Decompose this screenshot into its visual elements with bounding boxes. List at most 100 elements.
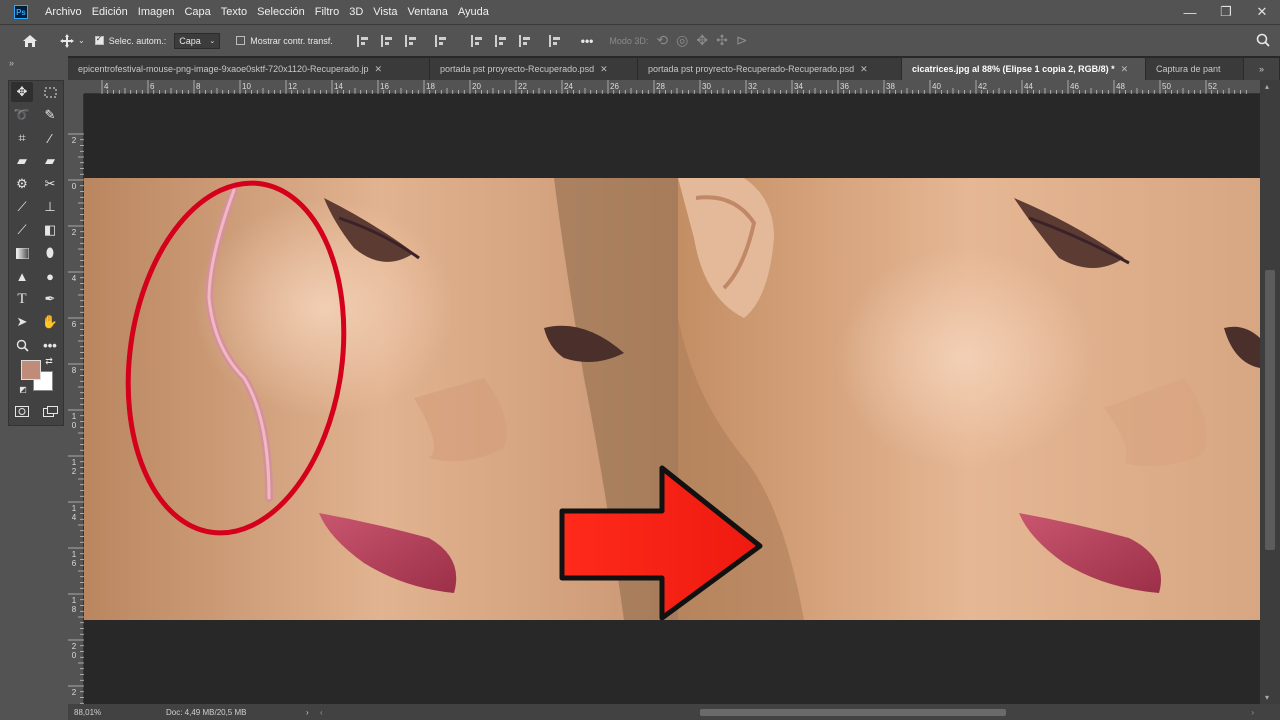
tab-cicatrices[interactable]: cicatrices.jpg al 88% (Elipse 1 copia 2,… [902, 58, 1146, 80]
tab-epicentrofestival[interactable]: epicentrofestival-mouse-png-image-9xaoe0… [68, 58, 430, 80]
swap-colors-icon[interactable]: ⇄ [43, 355, 55, 367]
gradient-tool-icon[interactable] [11, 243, 33, 263]
document-image[interactable] [84, 178, 1260, 620]
menu-vista[interactable]: Vista [373, 6, 397, 18]
foreground-color-swatch[interactable] [21, 360, 41, 380]
menu-ventana[interactable]: Ventana [408, 6, 448, 18]
ruler-label: 52 [1208, 82, 1217, 91]
spot-healing-tool-icon[interactable]: ▰ [11, 151, 33, 171]
scroll-right-icon[interactable]: › [1251, 708, 1254, 717]
crop-tool-icon[interactable]: ⌗ [11, 128, 33, 148]
auto-select-target-dropdown[interactable]: Capa ⌄ [174, 32, 221, 49]
collapse-panel-icon[interactable]: » [9, 58, 14, 68]
content-aware-move-tool-icon[interactable]: ✂ [39, 174, 61, 194]
mode-3d-label: Modo 3D: [609, 35, 649, 46]
close-window-button[interactable]: ✕ [1244, 4, 1280, 20]
menu-texto[interactable]: Texto [221, 6, 247, 18]
default-colors-icon[interactable]: ◩ [17, 383, 29, 395]
zoom-tool-icon[interactable] [11, 335, 33, 355]
tab-overflow-icon[interactable]: » [1244, 58, 1280, 80]
menu-3d[interactable]: 3D [349, 6, 363, 18]
ruler-label: 16 [380, 82, 389, 91]
menu-ayuda[interactable]: Ayuda [458, 6, 489, 18]
history-brush-tool-icon[interactable]: ⟋ [11, 220, 33, 240]
distribute-v-icon[interactable] [548, 34, 561, 47]
pen-tool-icon[interactable]: ✒ [39, 289, 61, 309]
move-tool-icon[interactable] [56, 33, 78, 48]
vertical-scrollbar[interactable]: ▴ ▾ [1260, 80, 1280, 704]
menu-capa[interactable]: Capa [184, 6, 210, 18]
align-middle-v-icon[interactable] [494, 34, 507, 47]
align-left-icon[interactable] [356, 34, 369, 47]
close-icon[interactable]: ✕ [860, 64, 868, 75]
scroll-down-icon[interactable]: ▾ [1265, 693, 1269, 702]
document-tab-bar: epicentrofestival-mouse-png-image-9xaoe0… [68, 58, 1280, 80]
auto-select-checkbox[interactable] [94, 34, 104, 45]
ruler-label: 18 [71, 596, 77, 614]
align-bottom-icon[interactable] [518, 34, 531, 47]
show-transform-checkbox[interactable] [236, 36, 246, 45]
menu-seleccion[interactable]: Selección [257, 6, 305, 18]
show-transform-label: Mostrar contr. transf. [250, 35, 333, 46]
vertical-scrollbar-thumb[interactable] [1265, 270, 1275, 550]
lasso-tool-icon[interactable]: ➰ [11, 105, 33, 125]
tab-portada-recuperado[interactable]: portada pst proyrecto-Recuperado.psd ✕ [430, 58, 638, 80]
marquee-tool-icon[interactable] [39, 82, 61, 102]
patch-tool-icon[interactable]: ⚙ [11, 174, 33, 194]
vertical-ruler[interactable]: 2024681012141618202 [68, 94, 84, 704]
home-icon[interactable] [18, 34, 42, 48]
menu-filtro[interactable]: Filtro [315, 6, 339, 18]
tab-portada-recuperado-recuperado[interactable]: portada pst proyrecto-Recuperado-Recuper… [638, 58, 902, 80]
clone-stamp-tool-icon[interactable]: ⊥ [39, 197, 61, 217]
ruler-label: 36 [840, 82, 849, 91]
search-icon[interactable] [1256, 33, 1270, 47]
screen-mode-icon[interactable] [39, 401, 61, 421]
sharpen-tool-icon[interactable]: ▲ [11, 266, 33, 286]
tab-label: portada pst proyrecto-Recuperado.psd [440, 64, 595, 74]
more-options-icon[interactable]: ••• [581, 34, 594, 48]
menu-edicion[interactable]: Edición [92, 6, 128, 18]
type-tool-icon[interactable]: T [11, 289, 33, 309]
align-center-h-icon[interactable] [380, 34, 393, 47]
tool-preset-chevron-icon[interactable]: ⌄ [78, 36, 85, 45]
ruler-label: 2 [71, 136, 77, 145]
tab-label: portada pst proyrecto-Recuperado-Recuper… [648, 64, 855, 74]
align-right-icon[interactable] [404, 34, 417, 47]
minimize-button[interactable]: — [1172, 5, 1208, 20]
ruler-label: 30 [702, 82, 711, 91]
quick-mask-icon[interactable] [11, 401, 33, 421]
path-selection-tool-icon[interactable]: ➤ [11, 312, 33, 332]
horizontal-scrollbar-thumb[interactable] [700, 709, 1006, 716]
close-icon[interactable]: ✕ [1121, 64, 1129, 75]
close-icon[interactable]: ✕ [375, 64, 383, 75]
dodge-tool-icon[interactable]: ● [39, 266, 61, 286]
close-icon[interactable]: ✕ [600, 64, 608, 75]
ruler-label: 22 [518, 82, 527, 91]
menu-imagen[interactable]: Imagen [138, 6, 175, 18]
healing-brush-tool-icon[interactable]: ▰ [39, 151, 61, 171]
ruler-label: 20 [472, 82, 481, 91]
ruler-origin[interactable] [68, 80, 84, 94]
tab-captura[interactable]: Captura de pant [1146, 58, 1244, 80]
quick-selection-tool-icon[interactable]: ✎ [39, 105, 61, 125]
hand-tool-icon[interactable]: ✋ [39, 312, 61, 332]
eraser-tool-icon[interactable]: ◧ [39, 220, 61, 240]
eyedropper-tool-icon[interactable]: ⁄ [39, 128, 61, 148]
move-tool-icon[interactable]: ✥ [11, 82, 33, 102]
distribute-icon[interactable] [434, 34, 447, 47]
blur-tool-icon[interactable]: ⬮ [39, 243, 61, 263]
edit-toolbar-icon[interactable]: ••• [39, 335, 61, 355]
horizontal-ruler[interactable]: 4 6 8 10 12 14 16 18 20 22 24 26 28 30 32 34 36 38 40 42 44 4… [84, 80, 1260, 94]
scroll-left-icon[interactable]: ‹ [320, 708, 330, 717]
ruler-label: 14 [334, 82, 343, 91]
restore-button[interactable]: ❐ [1208, 4, 1244, 20]
ruler-label: 42 [978, 82, 987, 91]
ruler-label: 48 [1116, 82, 1125, 91]
status-info-arrow-icon[interactable]: › [306, 708, 320, 717]
ruler-label: 50 [1162, 82, 1171, 91]
menu-archivo[interactable]: Archivo [45, 6, 82, 18]
brush-tool-icon[interactable]: ⟋ [11, 197, 33, 217]
align-top-icon[interactable] [470, 34, 483, 47]
scroll-up-icon[interactable]: ▴ [1265, 82, 1269, 91]
zoom-level[interactable]: 88,01% [74, 708, 166, 717]
